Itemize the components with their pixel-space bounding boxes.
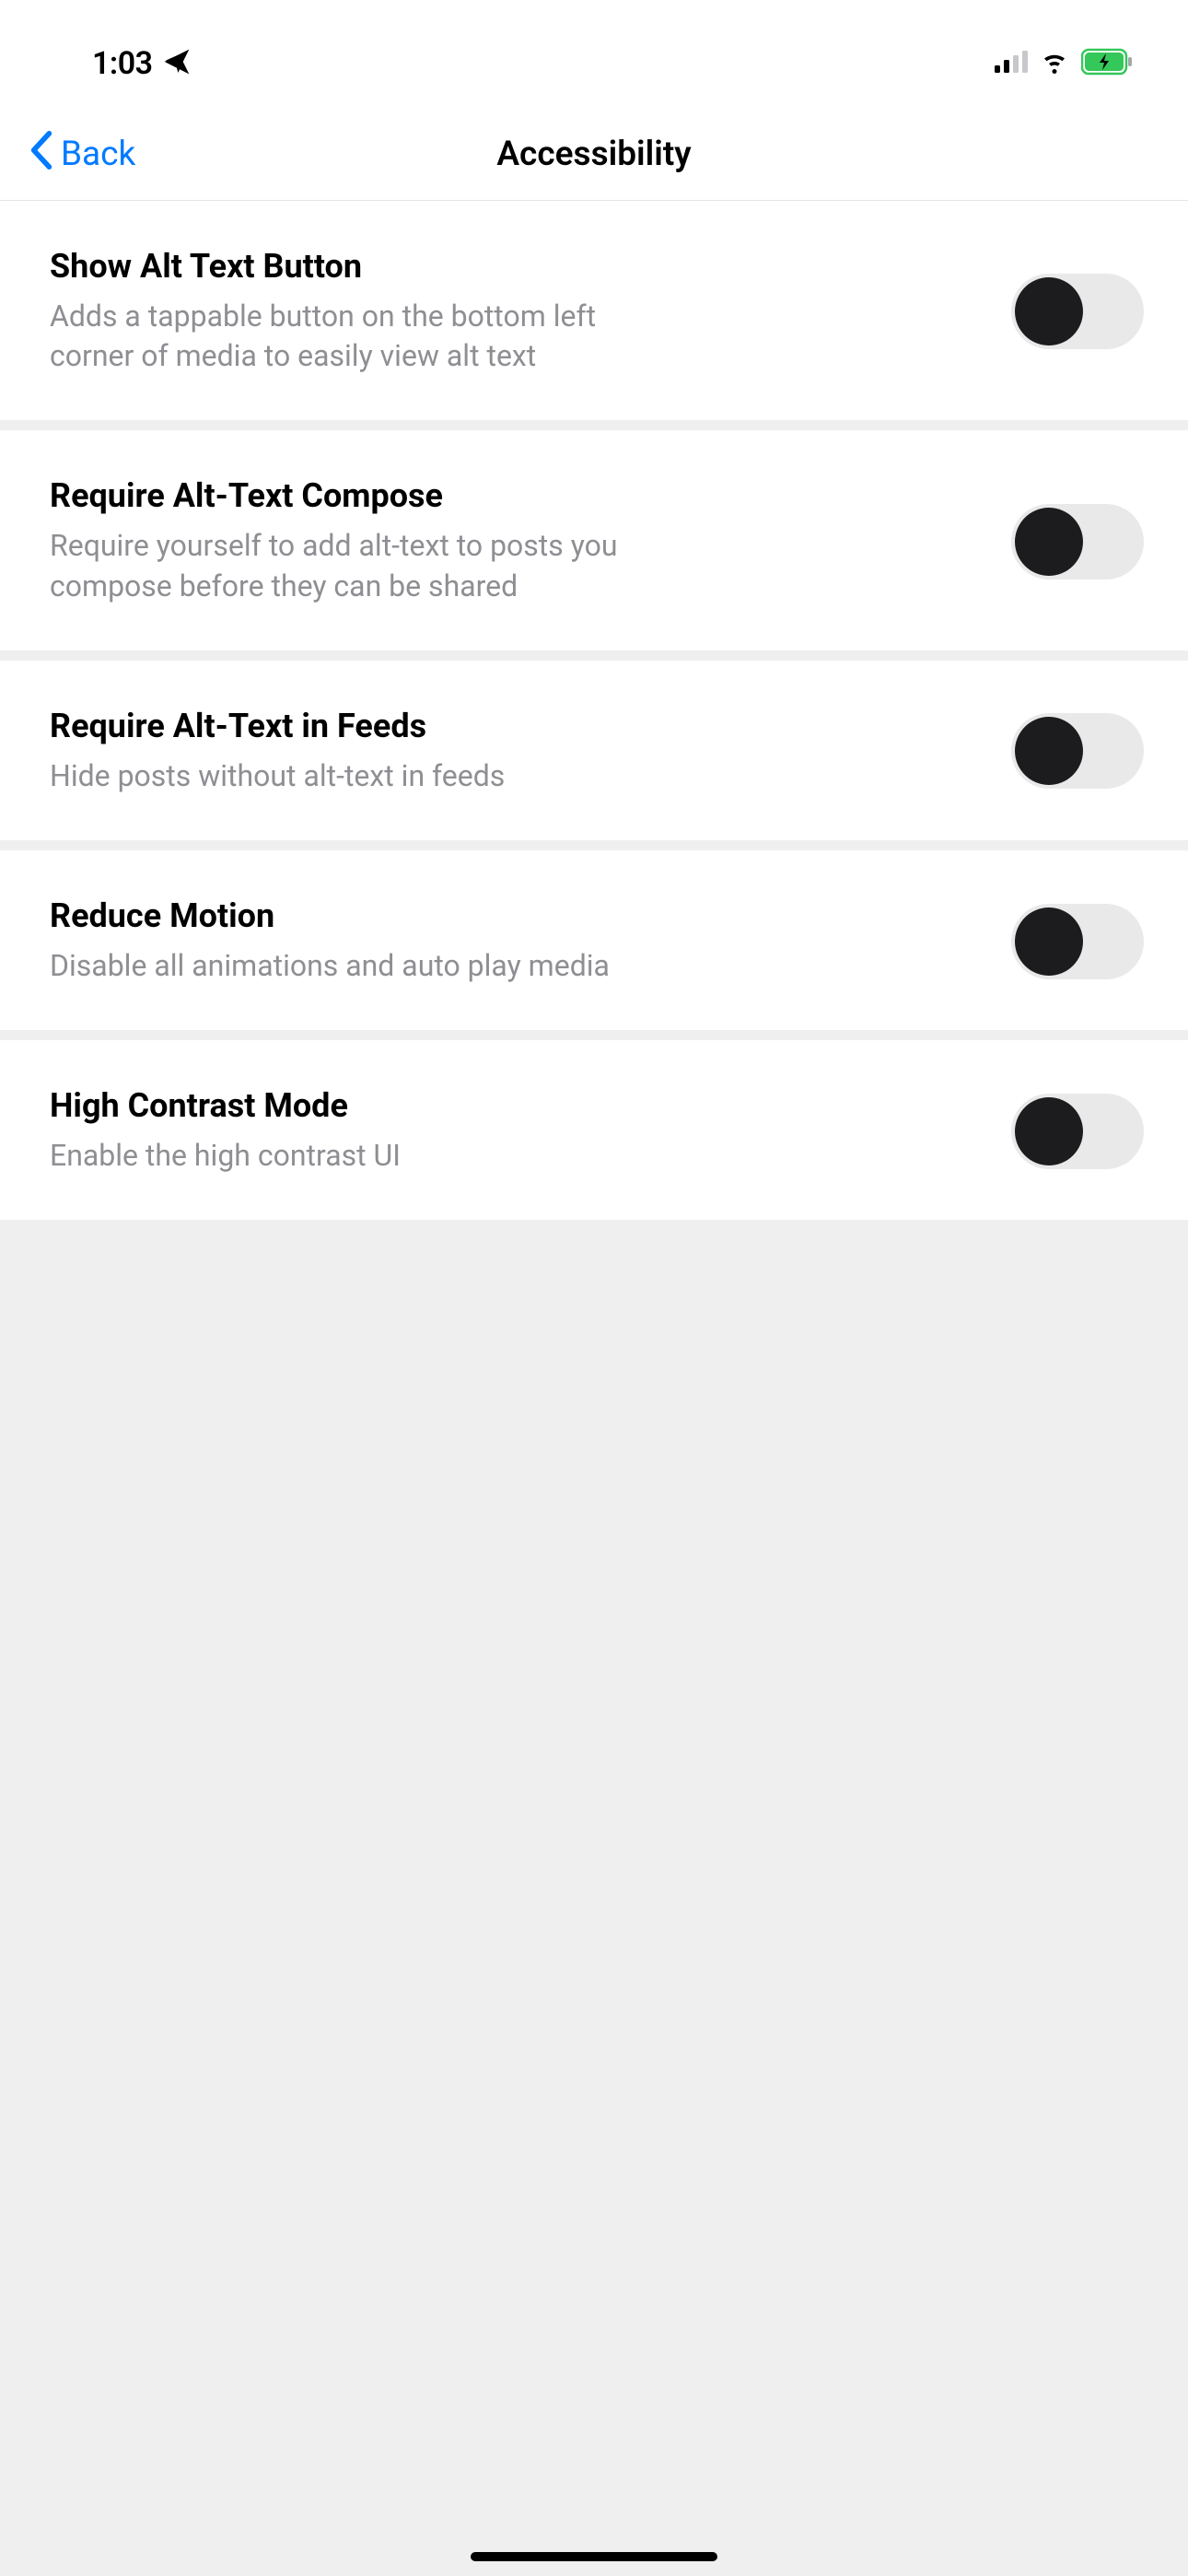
status-bar: 1:03 <box>0 0 1188 109</box>
toggle-knob <box>1015 907 1083 976</box>
setting-title: Reduce Motion <box>50 896 974 935</box>
back-label: Back <box>61 135 135 174</box>
setting-reduce-motion: Reduce Motion Disable all animations and… <box>0 850 1188 1030</box>
setting-title: Require Alt-Text in Feeds <box>50 707 974 745</box>
setting-require-alt-text-feeds: Require Alt-Text in Feeds Hide posts wit… <box>0 661 1188 840</box>
setting-desc: Adds a tappable button on the bottom lef… <box>50 297 676 376</box>
setting-desc: Require yourself to add alt-text to post… <box>50 526 676 605</box>
status-left: 1:03 <box>92 45 192 82</box>
toggle-show-alt-text[interactable] <box>1011 274 1144 349</box>
toggle-knob <box>1015 277 1083 345</box>
setting-text: High Contrast Mode Enable the high contr… <box>50 1086 974 1176</box>
wifi-icon <box>1041 49 1068 78</box>
setting-title: Show Alt Text Button <box>50 247 974 286</box>
setting-show-alt-text: Show Alt Text Button Adds a tappable but… <box>0 201 1188 420</box>
cellular-signal-icon <box>995 49 1028 78</box>
setting-title: Require Alt-Text Compose <box>50 476 974 515</box>
setting-title: High Contrast Mode <box>50 1086 974 1125</box>
status-time: 1:03 <box>92 45 153 82</box>
setting-text: Reduce Motion Disable all animations and… <box>50 896 974 986</box>
toggle-require-alt-text-compose[interactable] <box>1011 504 1144 580</box>
setting-require-alt-text-compose: Require Alt-Text Compose Require yoursel… <box>0 430 1188 650</box>
setting-desc: Disable all animations and auto play med… <box>50 946 676 986</box>
setting-text: Show Alt Text Button Adds a tappable but… <box>50 247 974 376</box>
home-indicator <box>471 2552 717 2561</box>
status-right <box>995 48 1133 79</box>
setting-desc: Hide posts without alt-text in feeds <box>50 756 676 796</box>
location-icon <box>162 47 192 80</box>
toggle-require-alt-text-feeds[interactable] <box>1011 713 1144 789</box>
back-button[interactable]: Back <box>0 131 135 179</box>
toggle-knob <box>1015 717 1083 785</box>
toggle-high-contrast[interactable] <box>1011 1094 1144 1169</box>
toggle-knob <box>1015 508 1083 576</box>
toggle-reduce-motion[interactable] <box>1011 904 1144 979</box>
setting-desc: Enable the high contrast UI <box>50 1136 676 1176</box>
nav-bar: Back Accessibility <box>0 109 1188 201</box>
chevron-back-icon <box>28 131 55 179</box>
page-title: Accessibility <box>496 135 691 174</box>
setting-text: Require Alt-Text in Feeds Hide posts wit… <box>50 707 974 796</box>
setting-high-contrast: High Contrast Mode Enable the high contr… <box>0 1040 1188 1220</box>
setting-text: Require Alt-Text Compose Require yoursel… <box>50 476 974 605</box>
battery-charging-icon <box>1081 48 1133 79</box>
toggle-knob <box>1015 1097 1083 1165</box>
settings-list: Show Alt Text Button Adds a tappable but… <box>0 201 1188 1220</box>
